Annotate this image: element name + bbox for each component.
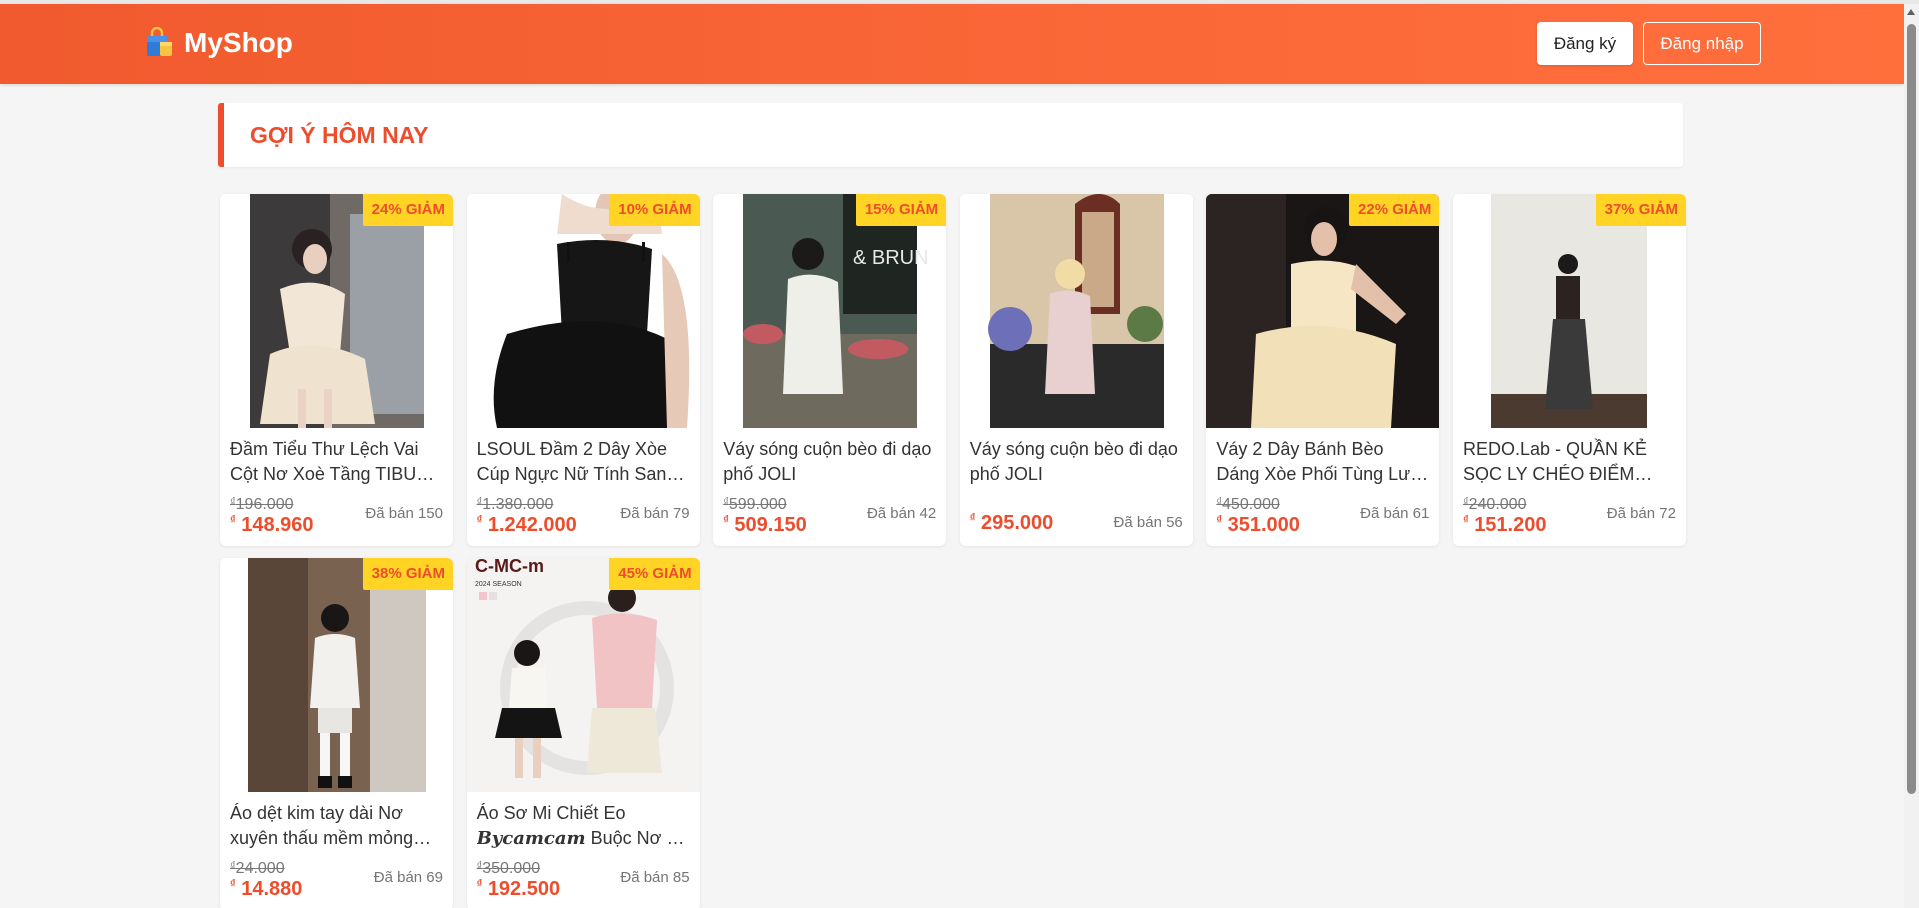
original-price: ₫196.000 — [230, 496, 294, 513]
product-name: Áo Sơ Mi Chiết EoBycamcam Buộc Nơ Cổ Bèo — [476, 803, 690, 849]
discount-badge: 22% GIẢM — [1349, 194, 1440, 226]
product-card[interactable]: 24% GIẢM Đầm Tiểu Thư Lệch Vai Cột Nơ Xo… — [220, 194, 453, 546]
sold-count: Đã bán 150 — [365, 505, 443, 522]
sold-count: Đã bán 72 — [1606, 505, 1676, 522]
product-image: 24% GIẢM — [220, 194, 453, 428]
shopping-bag-icon — [142, 26, 176, 60]
sale-price: ₫ 509.150 — [723, 514, 807, 536]
sold-count: Đã bán 69 — [373, 869, 443, 886]
product-image: & BRUN 15% GIẢM — [713, 194, 947, 428]
sale-price: ₫ 1.242.000 — [476, 514, 577, 536]
image-season-text: 2024 SEASON — [475, 581, 522, 588]
product-image: C-MC-m 2024 SEASON 45% GIẢM — [466, 558, 700, 792]
product-card[interactable]: 37% GIẢM REDO.Lab - QUẦN KẺ SỌC LY CHÉO … — [1452, 194, 1686, 546]
sold-count: Đã bán 56 — [1113, 514, 1183, 531]
product-image: 38% GIẢM — [220, 558, 453, 792]
register-button[interactable]: Đăng ký — [1537, 22, 1633, 65]
image-brand-text: C-MC-m — [475, 558, 544, 576]
product-card[interactable]: 10% GIẢM LSOUL Đầm 2 Dây Xòe Cúp Ngực Nữ… — [466, 194, 700, 546]
sale-price: ₫ 14.880 — [230, 878, 303, 900]
original-price: ₫240.000 — [1462, 496, 1527, 513]
scroll-up-arrow-icon[interactable] — [1907, 9, 1915, 15]
discount-badge: 10% GIẢM — [609, 194, 700, 226]
product-name: Váy sóng cuộn bèo đi dạo phố JOLI — [969, 439, 1178, 484]
section-title: GỢI Ý HÔM NAY — [250, 122, 429, 148]
sold-count: Đã bán 79 — [620, 505, 690, 522]
discount-badge: 38% GIẢM — [362, 558, 453, 590]
product-image: 37% GIẢM — [1452, 194, 1686, 428]
sold-count: Đã bán 61 — [1360, 505, 1430, 522]
product-card[interactable]: 38% GIẢM Áo dệt kim tay dài Nơ xuyên thấ… — [220, 558, 453, 908]
svg-text:& BRUN: & BRUN — [853, 247, 929, 269]
product-name: Đầm Tiểu Thư Lệch Vai Cột Nơ Xoè Tầng TI… — [230, 439, 419, 484]
original-price: ₫450.000 — [1216, 496, 1280, 513]
product-card[interactable]: C-MC-m 2024 SEASON 45% GIẢM Áo Sơ Mi Chi… — [466, 558, 700, 908]
discount-badge: 37% GIẢM — [1595, 194, 1686, 226]
discount-badge: 15% GIẢM — [855, 194, 947, 226]
sale-price: ₫ 192.500 — [476, 878, 561, 900]
sold-count: Đã bán 42 — [866, 505, 937, 522]
sold-count: Đã bán 85 — [620, 869, 690, 886]
login-button[interactable]: Đăng nhập — [1643, 22, 1761, 65]
vertical-scrollbar[interactable] — [1904, 4, 1919, 908]
sale-price: ₫ 148.960 — [230, 514, 314, 536]
original-price: ₫599.000 — [723, 496, 787, 513]
product-name: REDO.Lab - QUẦN KẺ SỌC LY CHÉO ĐIỂM NHẤN — [1462, 439, 1648, 484]
product-image: 22% GIẢM — [1206, 194, 1440, 428]
sale-price: ₫ 295.000 — [969, 512, 1054, 534]
logo-text: MyShop — [184, 27, 293, 58]
scrollbar-thumb[interactable] — [1907, 24, 1916, 794]
product-name: LSOUL Đầm 2 Dây Xòe Cúp Ngực Nữ Tính San… — [476, 439, 677, 484]
discount-badge: 24% GIẢM — [362, 194, 453, 226]
product-name: Váy sóng cuộn bèo đi dạo phố JOLI — [723, 439, 932, 484]
original-price: ₫350.000 — [476, 860, 541, 877]
product-name: Váy 2 Dây Bánh Bèo Dáng Xòe Phối Tùng Lư… — [1216, 439, 1427, 484]
site-header: MyShop Đăng ký Đăng nhập — [0, 4, 1904, 84]
product-name: Áo dệt kim tay dài Nơ xuyên thấu mềm mỏn… — [230, 803, 414, 848]
sale-price: ₫ 151.200 — [1462, 514, 1547, 536]
original-price: ₫1.380.000 — [476, 496, 554, 513]
discount-badge: 45% GIẢM — [609, 558, 700, 590]
product-card[interactable]: 22% GIẢM Váy 2 Dây Bánh Bèo Dáng Xòe Phố… — [1206, 194, 1440, 546]
section-heading: GỢI Ý HÔM NAY — [218, 103, 1683, 167]
product-card[interactable]: & BRUN 15% GIẢM Váy sóng cuộn bèo đi dạo… — [713, 194, 947, 546]
product-card[interactable]: Váy sóng cuộn bèo đi dạo phố JOLI ₫ 295.… — [959, 194, 1193, 546]
site-logo[interactable]: MyShop — [142, 26, 293, 60]
sale-price: ₫ 351.000 — [1216, 514, 1300, 536]
product-grid: 24% GIẢM Đầm Tiểu Thư Lệch Vai Cột Nơ Xo… — [220, 194, 1686, 908]
product-image: 10% GIẢM — [466, 194, 700, 428]
original-price: ₫24.000 — [230, 860, 285, 877]
product-image — [959, 194, 1193, 428]
